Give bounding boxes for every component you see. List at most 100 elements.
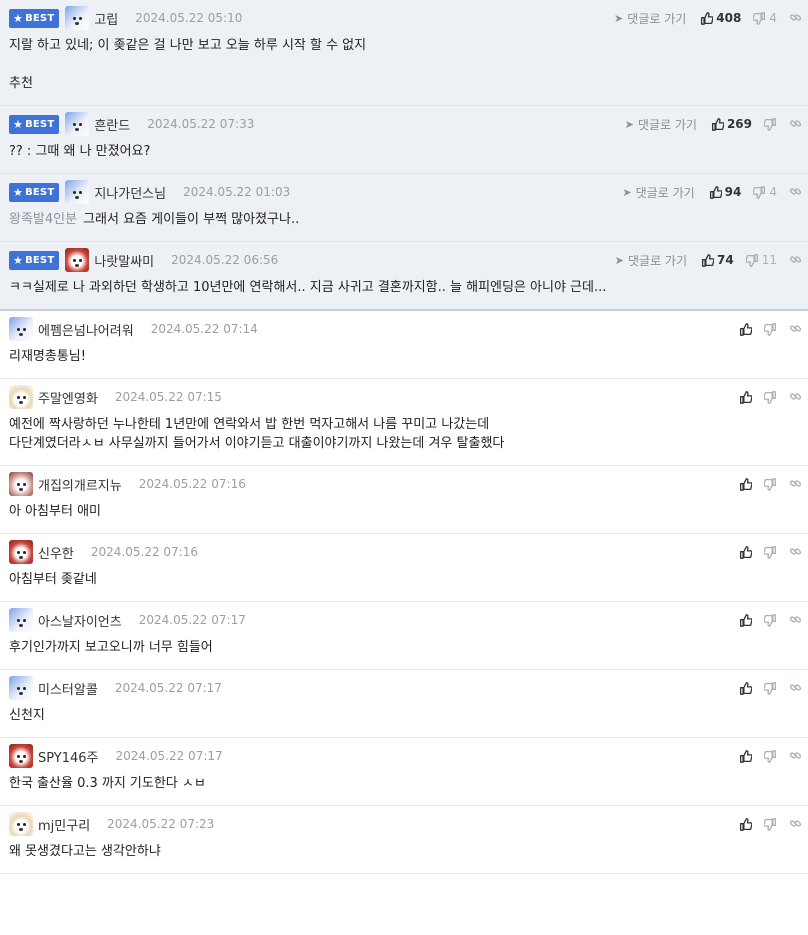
- dislike-button[interactable]: [764, 322, 777, 336]
- avatar[interactable]: [9, 812, 33, 836]
- avatar[interactable]: [65, 180, 90, 204]
- nickname[interactable]: 나랏말싸미: [94, 251, 154, 270]
- best-comment: ★ BEST 고립 2024.05.22 05:10 ➤ 댓글로 가기 408 4 …: [0, 0, 808, 106]
- comment-date: 2024.05.22 07:16: [138, 477, 246, 491]
- comment-text: 다단계였더라ㅅㅂ 사무실까지 들어가서 이야기듣고 대출이야기까지 나왔는데 겨…: [9, 436, 505, 451]
- star-icon: ★: [13, 185, 24, 199]
- thumbs-up-icon: [711, 117, 724, 131]
- like-button[interactable]: [739, 390, 752, 404]
- dislike-button[interactable]: 4: [753, 185, 777, 199]
- share-link-button[interactable]: [789, 320, 802, 339]
- comment: SPY146주 2024.05.22 07:17 한국 출산율 0.3 까지 기…: [0, 738, 808, 806]
- like-button[interactable]: [739, 545, 752, 559]
- like-button[interactable]: [739, 817, 752, 831]
- comment-date: 2024.05.22 07:14: [150, 322, 258, 336]
- avatar[interactable]: [9, 472, 33, 496]
- avatar[interactable]: [65, 112, 90, 136]
- thumbs-up-icon: [700, 11, 714, 25]
- nickname[interactable]: 개집의개르지뉴: [38, 475, 122, 494]
- best-badge: ★ BEST: [9, 250, 60, 270]
- like-button[interactable]: [739, 322, 752, 336]
- comment: 주말엔영화 2024.05.22 07:15 예전에 짝사랑하던 누나한테 1년…: [0, 379, 808, 466]
- share-link-button[interactable]: [789, 388, 802, 407]
- nickname[interactable]: 미스터알콜: [38, 679, 98, 698]
- share-link-button[interactable]: [789, 251, 802, 270]
- avatar[interactable]: [9, 744, 33, 768]
- comment-text: 지랄 하고 있네; 이 좆같은 걸 나만 보고 오늘 하루 시작 할 수 없지: [9, 38, 367, 53]
- share-link-button[interactable]: [789, 543, 802, 562]
- best-badge: ★ BEST: [9, 114, 60, 134]
- thumbs-down-icon: [764, 477, 777, 491]
- nickname[interactable]: SPY146주: [38, 747, 99, 766]
- comment-text: 왜 못생겼다고는 생각안하냐: [9, 844, 161, 859]
- go-to-comment-link[interactable]: ➤ 댓글로 가기: [622, 184, 694, 201]
- dislike-button[interactable]: [764, 613, 777, 627]
- share-link-button[interactable]: [789, 747, 802, 766]
- share-link-button[interactable]: [789, 815, 802, 834]
- share-link-button[interactable]: [789, 475, 802, 494]
- avatar[interactable]: [9, 317, 33, 341]
- like-button[interactable]: 269: [711, 117, 752, 131]
- like-button[interactable]: 94: [709, 185, 741, 199]
- share-link-button[interactable]: [789, 679, 802, 698]
- thumbs-down-icon: [764, 390, 777, 404]
- comment-date: 2024.05.22 07:23: [107, 817, 215, 831]
- reply-target[interactable]: 왕족발4인분: [9, 212, 77, 227]
- like-button[interactable]: [739, 749, 752, 763]
- avatar[interactable]: [9, 385, 33, 409]
- go-to-comment-link[interactable]: ➤ 댓글로 가기: [615, 252, 687, 269]
- nickname[interactable]: mj민구리: [38, 815, 90, 834]
- dislike-button[interactable]: [764, 117, 777, 131]
- avatar[interactable]: [9, 676, 33, 700]
- nickname[interactable]: 에펨은넘나어려워: [38, 320, 134, 339]
- link-icon: [789, 611, 802, 630]
- comment-body: 한국 출산율 0.3 까지 기도한다 ㅅㅂ: [9, 774, 808, 805]
- avatar[interactable]: [9, 608, 33, 632]
- link-icon: [789, 388, 802, 407]
- share-link-button[interactable]: [789, 611, 802, 630]
- avatar[interactable]: [9, 540, 33, 564]
- share-link-button[interactable]: [789, 9, 802, 28]
- comment-body: 예전에 짝사랑하던 누나한테 1년만에 연락와서 밥 한번 먹자고해서 나름 꾸…: [9, 415, 808, 465]
- best-comment: ★ BEST 흔란드 2024.05.22 07:33 ➤ 댓글로 가기 269 ?…: [0, 106, 808, 174]
- comment-body: ㅋㅋ실제로 나 과외하던 학생하고 10년만에 연락해서.. 지금 사귀고 결혼…: [9, 278, 808, 309]
- thumbs-down-icon: [745, 253, 759, 267]
- go-to-comment-link[interactable]: ➤ 댓글로 가기: [625, 116, 697, 133]
- star-icon: ★: [13, 117, 24, 131]
- like-button[interactable]: 408: [700, 11, 741, 25]
- share-link-button[interactable]: [789, 183, 802, 202]
- nickname[interactable]: 흔란드: [94, 115, 130, 134]
- like-button[interactable]: [739, 613, 752, 627]
- comment-date: 2024.05.22 07:16: [90, 545, 198, 559]
- dislike-button[interactable]: [764, 545, 777, 559]
- thumbs-down-icon: [764, 817, 777, 831]
- nickname[interactable]: 고립: [94, 9, 118, 28]
- nickname[interactable]: 아스날자이언츠: [38, 611, 122, 630]
- dislike-button[interactable]: [764, 749, 777, 763]
- comment-text: 추천: [9, 76, 33, 91]
- comment-list: ★ BEST 고립 2024.05.22 05:10 ➤ 댓글로 가기 408 4 …: [0, 0, 808, 874]
- like-button[interactable]: [739, 477, 752, 491]
- share-link-button[interactable]: [789, 115, 802, 134]
- thumbs-down-icon: [764, 681, 777, 695]
- dislike-button[interactable]: 11: [745, 253, 777, 267]
- dislike-button[interactable]: [764, 817, 777, 831]
- thumbs-down-icon: [764, 749, 777, 763]
- comment-text: 한국 출산율 0.3 까지 기도한다 ㅅㅂ: [9, 776, 206, 791]
- nickname[interactable]: 지나가던스님: [94, 183, 166, 202]
- dislike-button[interactable]: [764, 681, 777, 695]
- link-icon: [789, 115, 802, 134]
- dislike-button[interactable]: [764, 390, 777, 404]
- go-to-comment-link[interactable]: ➤ 댓글로 가기: [614, 10, 686, 27]
- avatar[interactable]: [65, 6, 90, 30]
- dislike-button[interactable]: 4: [753, 11, 777, 25]
- dislike-button[interactable]: [764, 477, 777, 491]
- thumbs-up-icon: [739, 817, 752, 831]
- nickname[interactable]: 주말엔영화: [38, 388, 98, 407]
- comment-body: 아 아침부터 애미: [9, 502, 808, 533]
- like-button[interactable]: 74: [701, 253, 734, 267]
- avatar[interactable]: [65, 248, 90, 272]
- nickname[interactable]: 신우한: [38, 543, 74, 562]
- link-icon: [789, 251, 802, 270]
- like-button[interactable]: [739, 681, 752, 695]
